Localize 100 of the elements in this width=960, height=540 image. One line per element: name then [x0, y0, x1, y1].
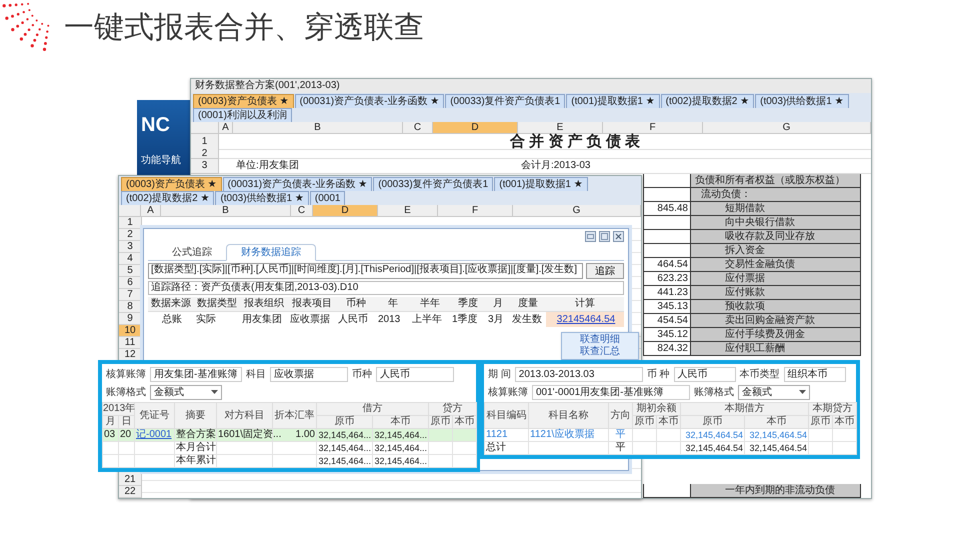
window-icon[interactable] [585, 230, 596, 242]
input-field[interactable]: 人民币 [674, 366, 736, 382]
sheet-tab[interactable]: (0003)资产负债表 ★ [121, 177, 222, 191]
column-header: 计算 [574, 297, 596, 311]
trace-button[interactable]: 追踪 [586, 263, 624, 279]
column-header: 本期借方 [680, 402, 808, 416]
sheet-tab[interactable]: (t002)提取数据2 ★ [660, 94, 754, 108]
column-header[interactable]: D [433, 122, 518, 134]
column-header[interactable]: G [513, 205, 641, 217]
maximize-icon[interactable] [599, 230, 610, 242]
column-header[interactable]: G [703, 122, 871, 134]
column-header[interactable]: F [438, 205, 513, 217]
column-header: 本币 [452, 416, 476, 428]
menu-item[interactable]: 联查明细 [580, 334, 620, 346]
table-cell-text: 上半年 [411, 312, 443, 327]
column-header: 本币 [372, 416, 428, 428]
sheet-tab[interactable]: (0001 [310, 191, 346, 205]
sheet-tab[interactable]: (0001)利润以及利润 [193, 108, 292, 122]
row-number[interactable]: 10 [119, 325, 141, 337]
column-header: 数据类型 [196, 297, 238, 311]
formula-field[interactable]: [数据类型].[实际]|[币种].[人民币]|[时间维度].[月].[ThisPeriod]|[报表项目].[应收票据]|[度量].[发生数] [148, 263, 583, 279]
table-cell-text: 2013 [377, 313, 402, 327]
column-header[interactable]: A [219, 122, 233, 134]
table-cell-text: 应收票据 [289, 312, 331, 327]
table-row[interactable]: 本年累计 32,145,464... 32,145,464... [102, 454, 476, 468]
column-header: 月 [102, 416, 118, 428]
dialog-tab[interactable]: 财务数据追踪 [226, 244, 316, 261]
sheet-tab[interactable]: (00031)资产负债表-业务函数 ★ [294, 94, 444, 108]
column-header: 原币 [808, 416, 832, 428]
column-header: 半年 [419, 297, 441, 311]
column-header: 借方 [316, 402, 428, 416]
field-label: 本币类型 [740, 368, 780, 381]
column-header[interactable]: B [161, 205, 291, 217]
column-header[interactable]: C [291, 205, 313, 217]
sheet-tab[interactable]: (00033)复件资产负债表1 [445, 94, 566, 108]
column-header: 本期贷方 [808, 402, 856, 416]
field-label: 账簿格式 [694, 386, 734, 399]
table-cell: 32,145,464... [318, 456, 371, 466]
sheet-tab[interactable]: (t001)提取数据1 ★ [566, 94, 660, 108]
input-field[interactable]: 2013.03-2013.03 [514, 366, 643, 382]
table-cell: 32,145,464... [318, 443, 371, 453]
column-header[interactable]: A [141, 205, 161, 217]
table-row[interactable]: 03 20 记-0001 整合方案 1601\固定资... 1.00 32,145,464... 32,145,464... [102, 428, 476, 442]
sheet-tab[interactable]: (t001)提取数据1 ★ [494, 177, 588, 191]
column-header[interactable]: C [403, 122, 433, 134]
logo: NC [141, 114, 170, 136]
table-cell: 345.13 [643, 300, 691, 314]
window-title: 财务数据整合方案(001',2013-03) [191, 79, 871, 93]
sheet-tab[interactable]: (00031)资产负债表-业务函数 ★ [222, 177, 372, 191]
table-cell: 32,145,464... [318, 430, 371, 440]
row-number[interactable]: 22 [119, 486, 141, 498]
menu-item[interactable]: 联查汇总 [580, 346, 620, 358]
row-number[interactable]: 3 [191, 159, 219, 174]
dialog-tab[interactable]: 公式追踪 [158, 245, 226, 260]
column-header[interactable]: F [603, 122, 703, 134]
table-cell: 应付手续费及佣金 [691, 328, 861, 342]
table-cell-text: 实际 [195, 312, 217, 327]
input-field[interactable]: 用友集团-基准账簿 [150, 366, 242, 382]
format-dropdown[interactable]: 金额式 [738, 384, 810, 400]
close-icon[interactable] [613, 230, 624, 242]
table-header: 负债和所有者权益（或股东权益） [691, 174, 861, 188]
column-header: 报表组织 [243, 297, 285, 311]
column-header[interactable]: B [233, 122, 403, 134]
row-number[interactable]: 21 [119, 474, 141, 486]
sheet-tab[interactable]: (t003)供给数据1 ★ [215, 191, 309, 205]
column-header[interactable]: E [518, 122, 603, 134]
table-cell: 拆入资金 [691, 244, 861, 258]
column-header[interactable]: E [378, 205, 438, 217]
table-cell-text: 总账 [161, 312, 183, 327]
table-cell: 一年内到期的非流动负债 [691, 484, 861, 498]
column-header: 贷方 [428, 402, 476, 416]
unit-label: 单位:用友集团 [235, 159, 300, 173]
table-cell-text: 发生数 [511, 312, 543, 327]
trace-path: 追踪路径：资产负债表(用友集团,2013-03).D10 [148, 281, 624, 295]
input-field[interactable]: 应收票据 [270, 366, 348, 382]
column-header: 数据来源 [150, 297, 192, 311]
sheet-tab[interactable]: (0003)资产负债表 ★ [193, 94, 294, 108]
table-cell: 32,145,464.54 [685, 443, 743, 453]
table-cell: 32,145,464... [374, 443, 427, 453]
input-field[interactable]: 001'-0001用友集团-基准账簿 [532, 384, 690, 400]
column-header[interactable]: D [313, 205, 378, 217]
format-dropdown[interactable]: 金额式 [150, 384, 222, 400]
input-field[interactable]: 人民币 [376, 366, 454, 382]
input-field[interactable]: 组织本币 [784, 366, 846, 382]
table-row[interactable]: 本月合计 32,145,464... 32,145,464... [102, 442, 476, 454]
sheet-tab[interactable]: (00033)复件资产负债表1 [373, 177, 494, 191]
sheet-tab[interactable]: (t002)提取数据2 ★ [121, 191, 214, 205]
field-label: 期 间 [488, 368, 511, 381]
column-header: 本币 [744, 416, 808, 428]
column-header: 折本汇率 [272, 402, 316, 428]
sheet-tab[interactable]: (t003)供给数据1 ★ [755, 94, 849, 108]
column-header: 2013年 [102, 402, 134, 416]
column-header: 对方科目 [216, 402, 272, 428]
table-cell: 441.23 [643, 286, 691, 300]
value-link[interactable]: 32145464.54 [556, 314, 616, 325]
table-cell: 32,145,464... [374, 456, 427, 466]
column-header: 摘要 [174, 402, 216, 428]
row-number[interactable]: 2 [191, 150, 219, 159]
table-cell: 预收款项 [691, 300, 861, 314]
nav-label[interactable]: 功能导航 [141, 155, 181, 167]
